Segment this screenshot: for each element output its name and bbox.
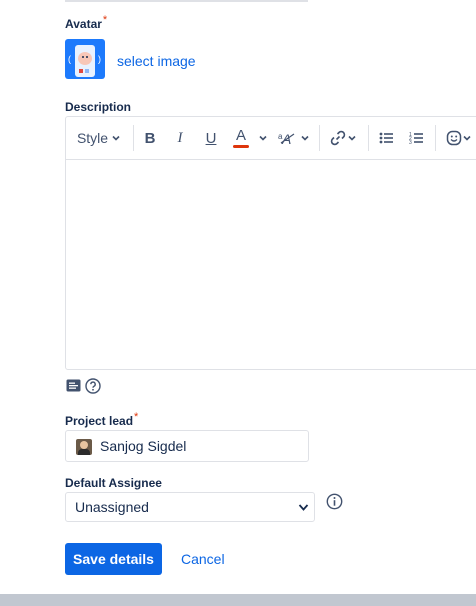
link-button[interactable] <box>325 117 361 159</box>
svg-text:A: A <box>281 131 291 146</box>
bullet-list-icon <box>379 132 393 144</box>
text-mode-icon[interactable] <box>66 379 81 392</box>
numbered-list-button[interactable]: 1 2 3 <box>404 117 428 159</box>
italic-button[interactable]: I <box>168 117 192 159</box>
numbered-list-icon: 1 2 3 <box>409 132 423 145</box>
chevron-down-icon <box>301 135 309 141</box>
select-image-link[interactable]: select image <box>117 53 196 69</box>
more-formatting-button[interactable]: a A <box>276 117 312 159</box>
svg-text:3: 3 <box>409 140 412 145</box>
text-color-dropdown[interactable] <box>256 117 270 159</box>
text-style-dropdown[interactable]: Style <box>74 117 124 159</box>
toolbar-separator <box>435 125 436 151</box>
project-avatar[interactable]: ( ) <box>65 39 105 79</box>
default-assignee-label: Default Assignee <box>65 476 162 490</box>
top-divider <box>65 0 308 2</box>
info-icon[interactable] <box>326 493 343 510</box>
project-lead-label: Project lead* <box>65 411 139 428</box>
default-assignee-select[interactable]: Unassigned <box>65 492 315 522</box>
bullet-list-button[interactable] <box>374 117 398 159</box>
cancel-link[interactable]: Cancel <box>181 551 225 567</box>
help-icon[interactable] <box>85 378 101 394</box>
save-details-button[interactable]: Save details <box>65 543 162 575</box>
toolbar-separator <box>368 125 369 151</box>
user-avatar <box>76 439 92 455</box>
emoji-button[interactable] <box>442 117 476 159</box>
description-text-area[interactable] <box>66 160 476 369</box>
project-lead-value: Sanjog Sigdel <box>100 438 187 454</box>
horizontal-scrollbar[interactable] <box>0 594 476 606</box>
required-marker: * <box>102 14 108 26</box>
toolbar-separator <box>133 125 134 151</box>
chevron-down-icon <box>259 135 267 141</box>
required-marker: * <box>134 411 139 423</box>
underline-button[interactable]: U <box>199 117 223 159</box>
chevron-down-icon <box>112 135 120 141</box>
editor-toolbar: Style B I U A a A <box>66 117 476 160</box>
description-label: Description <box>65 100 132 114</box>
text-color-swatch <box>233 145 249 148</box>
avatar-label: Avatar* <box>65 14 108 31</box>
text-color-button[interactable]: A <box>229 117 253 159</box>
toolbar-separator <box>319 125 320 151</box>
chevron-down-icon <box>463 135 471 141</box>
chevron-down-icon <box>348 135 356 141</box>
emoji-icon <box>446 130 462 146</box>
description-editor: Style B I U A a A <box>65 116 476 370</box>
bold-button[interactable]: B <box>138 117 162 159</box>
more-formatting-icon: a A <box>278 131 295 146</box>
project-lead-picker[interactable]: Sanjog Sigdel <box>65 430 309 462</box>
link-icon <box>330 130 346 146</box>
